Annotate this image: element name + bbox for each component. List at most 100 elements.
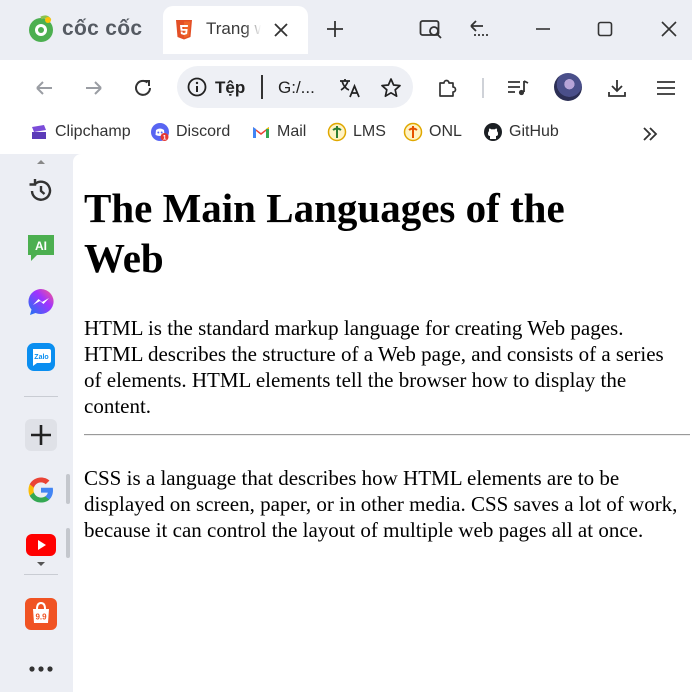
playlist-icon [508,80,529,96]
brand-name: cốc cốc [62,17,143,40]
arrow-left-icon [36,81,52,95]
discord-badge: 1 [163,134,167,141]
youtube-icon [26,534,56,556]
google-icon [28,477,53,503]
messenger-icon [28,289,54,315]
shopee-icon: 9.9 [25,598,57,630]
sidebar-shopee[interactable]: 9.9 [24,597,58,631]
bookmark-discord[interactable]: 1 Discord [150,122,230,142]
page-content: The Main Languages of the Web HTML is th… [73,154,692,692]
page-heading: The Main Languages of the Web [84,185,565,281]
address-bar[interactable]: Tệp G:/... [177,66,413,108]
back-to-tab-button[interactable] [466,16,492,42]
gmail-icon [253,127,269,138]
bookmark-label: GitHub [509,123,559,140]
sidebar-scroll-down-icon[interactable] [36,560,46,568]
shopee-label: 9.9 [35,613,47,622]
sidebar-ai-chat[interactable]: AI [24,230,58,264]
bookmark-label: Mail [277,123,307,140]
url-text[interactable]: G:/... [278,78,315,98]
history-icon [29,179,52,201]
more-icon [29,666,53,672]
coccoc-brand[interactable]: cốc cốc [26,14,142,44]
tab-strip: cốc cốc Trang web [0,0,692,60]
main-menu-button[interactable] [652,74,680,102]
info-icon[interactable] [187,77,207,97]
sidebar-divider-2 [24,574,58,575]
address-separator [261,75,263,99]
sidebar-youtube[interactable] [24,528,58,562]
bookmark-onl[interactable]: ONL [403,122,462,142]
active-tab[interactable]: Trang web [163,6,308,54]
bookmark-clipchamp[interactable]: Clipchamp [29,122,131,142]
window-search-icon [419,20,442,39]
new-tab-button[interactable] [322,16,348,42]
arrow-right-icon [86,81,102,95]
media-control-button[interactable] [504,74,532,102]
maximize-button[interactable] [592,16,618,42]
maximize-icon [597,21,613,37]
translate-button[interactable] [337,75,363,101]
forward-button[interactable] [80,74,108,102]
lms-icon [327,122,347,142]
bookmark-label: LMS [353,123,386,140]
bookmark-label: Clipchamp [55,123,131,140]
reload-icon [135,79,151,96]
sidebar-messenger[interactable] [24,285,58,319]
coccoc-logo-icon [29,15,53,42]
scheme-label: Tệp [215,78,246,97]
discord-icon: 1 [151,123,169,141]
tab-title: Trang web [206,19,261,38]
css-paragraph: CSS is a language that describes how HTM… [84,466,678,542]
sidebar-add-button[interactable] [24,418,58,452]
star-icon [381,78,401,98]
sidebar-scrollbar[interactable] [66,474,70,504]
minimize-icon [536,28,550,30]
zalo-icon: Zalo [27,343,55,371]
sidebar-more[interactable] [24,652,58,686]
ai-label: AI [35,239,47,253]
github-icon [484,123,502,141]
sidebar-scrollbar-lower[interactable] [66,528,70,558]
bookmark-star-button[interactable] [378,75,404,101]
reload-button[interactable] [129,74,157,102]
arrow-back-dashed-icon [470,20,488,36]
sidebar-google[interactable] [24,473,58,507]
profile-avatar[interactable] [554,73,582,101]
close-icon [661,21,677,37]
double-chevron-right-icon [643,127,658,141]
sidebar-divider [24,396,58,397]
downloads-button[interactable] [603,74,631,102]
ai-chat-icon: AI [28,235,54,261]
zalo-label: Zalo [34,354,48,361]
bookmark-github[interactable]: GitHub [483,122,559,142]
bookmark-mail[interactable]: Mail [251,122,306,142]
hamburger-menu-icon [657,81,675,95]
more-bookmarks-button[interactable] [640,124,660,149]
toolbar: Tệp G:/... [0,60,692,116]
bookmark-label: Discord [176,123,231,140]
onl-icon [403,122,423,142]
sidebar-scroll-up-icon[interactable] [36,158,46,166]
sidebar-history[interactable] [24,174,58,208]
back-button[interactable] [30,74,58,102]
close-tab-icon[interactable] [273,22,289,38]
html-paragraph: HTML is the standard markup language for… [84,316,664,418]
horizontal-rule [84,434,690,436]
minimize-button[interactable] [530,16,556,42]
toolbar-divider [482,78,484,98]
extensions-button[interactable] [434,74,462,102]
translate-icon [340,79,360,98]
sidebar-zalo[interactable]: Zalo [24,340,58,374]
bookmark-lms[interactable]: LMS [327,122,386,142]
plus-icon [327,21,343,37]
bookmark-label: ONL [429,123,462,140]
puzzle-icon [439,79,457,97]
clipchamp-icon [32,125,46,139]
close-window-button[interactable] [656,16,682,42]
html5-icon [176,20,192,40]
add-icon [25,419,57,451]
sidebar: AI Zalo 9.9 [0,154,73,692]
bookmarks-bar: Clipchamp 1 Discord Mail LMS ONL GitHub [0,116,692,154]
tab-search-button[interactable] [418,16,444,42]
